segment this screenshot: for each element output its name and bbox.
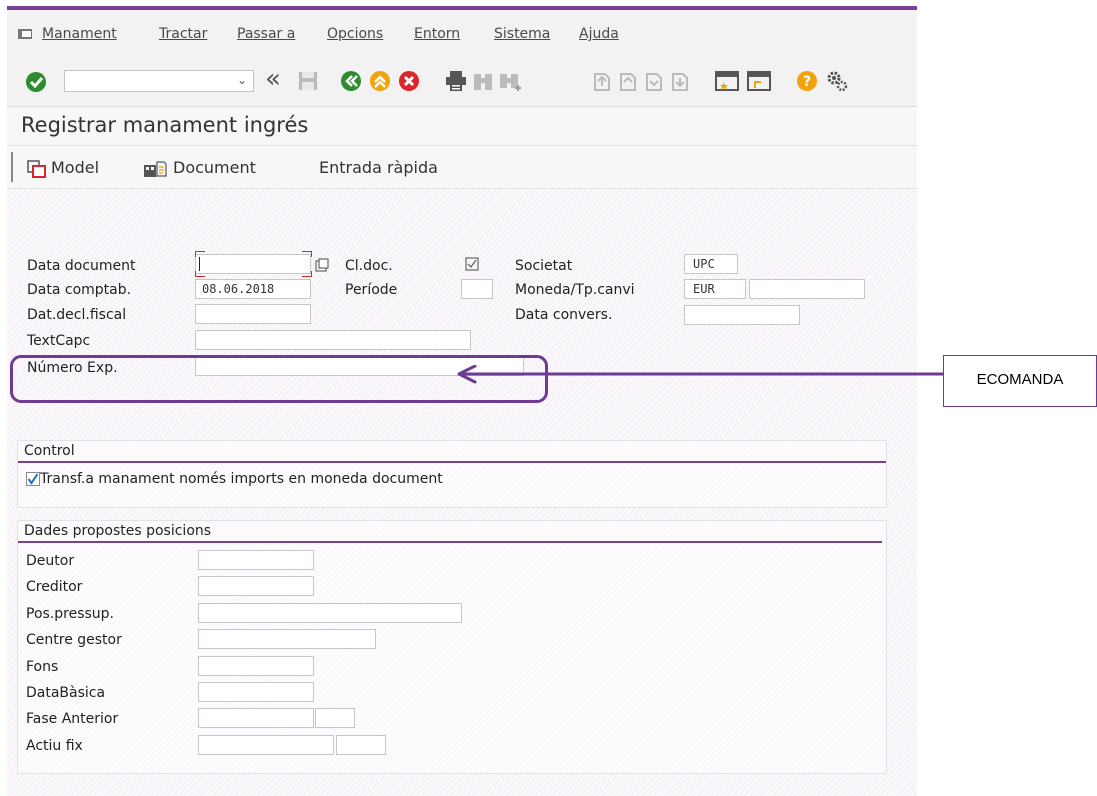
creditor-field[interactable] xyxy=(198,576,314,596)
data-comptab-field[interactable]: 08.06.2018 xyxy=(195,279,311,299)
group-divider xyxy=(18,461,886,463)
create-session-icon[interactable] xyxy=(715,71,739,91)
pos-pressup-field[interactable] xyxy=(198,603,462,623)
date-picker-icon[interactable] xyxy=(315,258,329,272)
transf-checkbox-label: Transf.a manament només imports en moned… xyxy=(40,471,443,487)
ecomanda-callout-text: ECOMANDA xyxy=(976,371,1064,388)
chevron-down-icon[interactable]: ⌄ xyxy=(237,73,247,87)
menu-manament[interactable]: Manament xyxy=(42,26,117,42)
page-title: Registrar manament ingrés xyxy=(21,113,309,137)
centre-gestor-label: Centre gestor xyxy=(26,632,122,648)
find-next-icon[interactable] xyxy=(499,71,521,93)
fons-label: Fons xyxy=(26,659,59,675)
first-page-icon[interactable] xyxy=(593,70,611,92)
menu-opcions[interactable]: Opcions xyxy=(327,26,383,42)
shortcut-icon[interactable] xyxy=(747,71,771,91)
cl-doc-value-help-icon[interactable] xyxy=(465,257,479,271)
command-field[interactable]: ⌄ xyxy=(64,70,254,92)
centre-gestor-field[interactable] xyxy=(198,629,376,649)
fase-anterior-pos-field[interactable] xyxy=(315,708,355,728)
control-group-title: Control xyxy=(24,443,75,459)
print-icon[interactable] xyxy=(445,70,467,92)
actiu-fix-label: Actiu fix xyxy=(26,738,83,754)
periode-label: Període xyxy=(345,282,398,298)
data-convers-label: Data convers. xyxy=(515,307,613,323)
document-button[interactable]: Document xyxy=(173,158,256,177)
dat-decl-fiscal-field[interactable] xyxy=(195,304,311,324)
periode-field[interactable] xyxy=(461,279,493,299)
text-cursor xyxy=(199,257,200,271)
customize-layout-icon[interactable] xyxy=(825,69,849,93)
last-page-icon[interactable] xyxy=(671,70,689,92)
positions-group-title: Dades propostes posicions xyxy=(24,523,212,539)
annotation-arrow xyxy=(457,365,943,384)
group-divider xyxy=(18,541,882,543)
model-button[interactable]: Model xyxy=(51,158,99,177)
tipus-canvi-field[interactable] xyxy=(749,279,865,299)
data-convers-field[interactable] xyxy=(684,305,800,325)
positions-group: Dades propostes posicions Deutor Credito… xyxy=(17,520,887,774)
actiu-fix-field[interactable] xyxy=(198,735,334,755)
creditor-label: Creditor xyxy=(26,579,83,595)
societat-field[interactable]: UPC xyxy=(684,254,738,274)
focus-corner-tr xyxy=(302,251,312,257)
save-icon[interactable] xyxy=(298,71,318,91)
toolbar-separator xyxy=(11,152,13,182)
societat-label: Societat xyxy=(515,258,573,274)
databasica-field[interactable] xyxy=(198,682,314,702)
menu-entorn[interactable]: Entorn xyxy=(414,26,460,42)
cancel-icon[interactable] xyxy=(398,70,420,92)
back-icon[interactable] xyxy=(340,70,362,92)
title-bar: Registrar manament ingrés xyxy=(7,107,917,146)
deutor-field[interactable] xyxy=(198,550,314,570)
moneda-tp-canvi-label: Moneda/Tp.canvi xyxy=(515,282,635,298)
deutor-label: Deutor xyxy=(26,553,75,569)
svg-text:?: ? xyxy=(803,74,811,90)
actiu-fix-sub-field[interactable] xyxy=(336,735,386,755)
model-icon xyxy=(27,160,46,178)
fase-anterior-field[interactable] xyxy=(198,708,314,728)
ecomanda-callout: ECOMANDA xyxy=(943,355,1097,407)
data-document-field[interactable] xyxy=(195,254,311,274)
application-toolbar: Model Document Entrada ràpida xyxy=(7,146,917,189)
enter-check-icon[interactable] xyxy=(25,71,47,93)
focus-corner-tl xyxy=(195,251,205,257)
previous-page-icon[interactable] xyxy=(619,70,637,92)
textcapc-field[interactable] xyxy=(195,330,471,350)
control-group: Control Transf.a manament només imports … xyxy=(17,440,887,508)
exit-icon[interactable] xyxy=(369,70,391,92)
textcapc-label: TextCapc xyxy=(27,333,91,349)
menu-toggle-icon[interactable] xyxy=(18,29,32,39)
fase-anterior-label: Fase Anterior xyxy=(26,711,119,727)
cl-doc-label: Cl.doc. xyxy=(345,258,393,274)
back-history-icon[interactable]: « xyxy=(265,64,281,94)
quick-entry-button[interactable]: Entrada ràpida xyxy=(319,158,438,177)
menu-bar: Manament Tractar Passar a Opcions Entorn… xyxy=(7,10,917,55)
system-toolbar: ⌄ « ? xyxy=(7,54,917,107)
moneda-field[interactable]: EUR xyxy=(684,279,746,299)
help-icon[interactable]: ? xyxy=(796,70,818,92)
focus-corner-bl xyxy=(195,271,205,277)
menu-passar-a[interactable]: Passar a xyxy=(237,26,295,42)
data-comptab-label: Data comptab. xyxy=(27,282,132,298)
menu-ajuda[interactable]: Ajuda xyxy=(579,26,619,42)
pos-pressup-label: Pos.pressup. xyxy=(26,606,114,622)
menu-tractar[interactable]: Tractar xyxy=(159,26,207,42)
find-icon[interactable] xyxy=(473,71,493,91)
menu-sistema[interactable]: Sistema xyxy=(494,26,550,42)
dat-decl-fiscal-label: Dat.decl.fiscal xyxy=(27,307,127,323)
fons-field[interactable] xyxy=(198,656,314,676)
databasica-label: DataBàsica xyxy=(26,685,106,701)
next-page-icon[interactable] xyxy=(645,70,663,92)
data-document-label: Data document xyxy=(27,258,136,274)
document-icon xyxy=(144,161,167,177)
transf-checkbox[interactable] xyxy=(26,472,40,486)
focus-corner-br xyxy=(302,271,312,277)
